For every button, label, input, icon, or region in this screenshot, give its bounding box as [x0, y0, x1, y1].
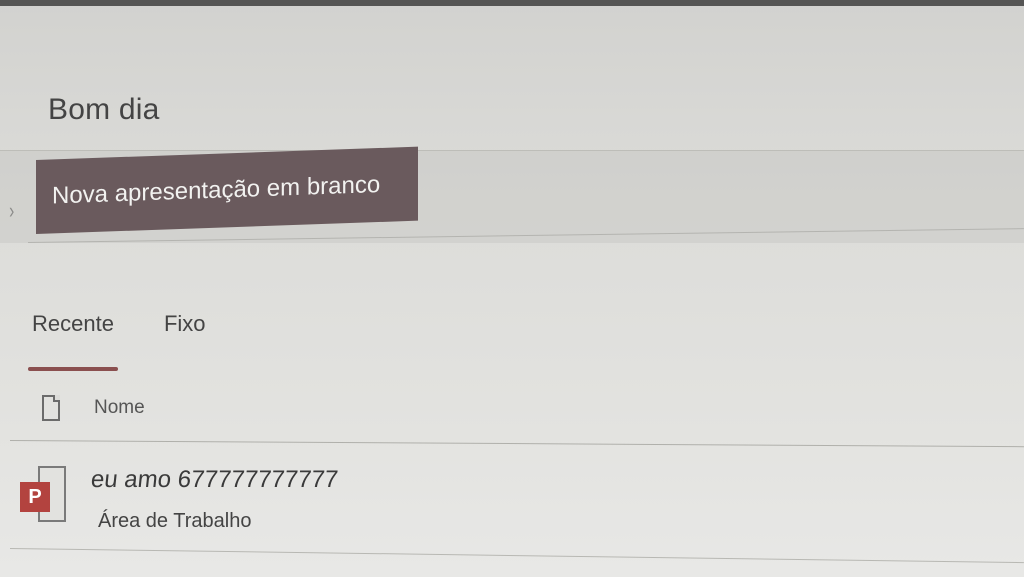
file-tabs: Recente Fixo [28, 307, 210, 371]
window-top-edge [0, 0, 1024, 6]
tab-fixo-label: Fixo [163, 311, 206, 336]
tab-fixo[interactable]: Fixo [160, 307, 210, 349]
new-blank-presentation-label: Nova apresentação em branco [52, 170, 381, 210]
column-header-nome: Nome [94, 397, 145, 418]
file-name: eu amo 677777777777 [89, 466, 340, 493]
file-location: Área de Trabalho [98, 510, 252, 532]
new-blank-presentation-button[interactable]: Nova apresentação em branco [36, 146, 418, 234]
tab-recente-label: Recente [32, 311, 114, 336]
powerpoint-badge: P [20, 482, 50, 512]
document-icon [42, 395, 60, 421]
file-list-header[interactable]: Nome [42, 395, 145, 421]
file-row[interactable]: P eu amo 677777777777 Área de Trabalho [16, 462, 996, 540]
powerpoint-file-icon: P [20, 466, 66, 522]
divider [9, 440, 1024, 448]
divider [9, 548, 1024, 564]
chevron-right-icon[interactable]: › [9, 198, 14, 224]
powerpoint-start-screen: Bom dia › Nova apresentação em branco Re… [0, 0, 1024, 577]
tab-recente[interactable]: Recente [28, 307, 118, 371]
greeting-title: Bom dia [48, 93, 160, 126]
